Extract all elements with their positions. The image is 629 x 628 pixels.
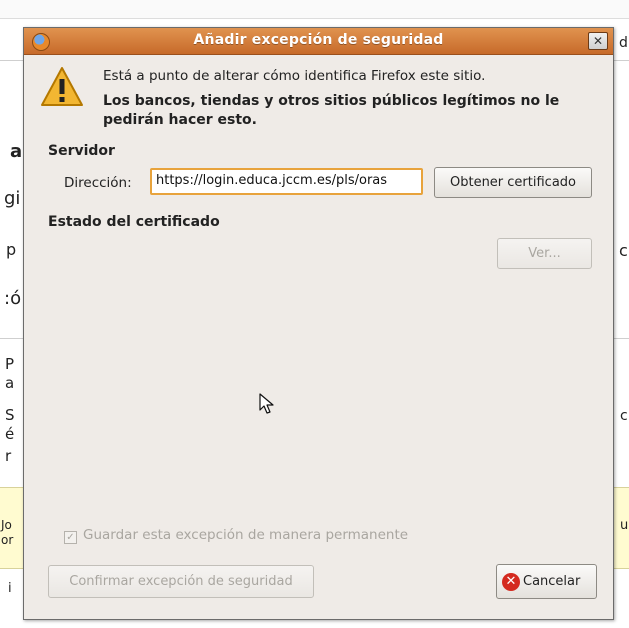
get-certificate-button[interactable]: Obtener certificado bbox=[434, 167, 592, 198]
info-message: Está a punto de alterar cómo identifica … bbox=[103, 68, 486, 84]
background-text: r bbox=[5, 447, 12, 465]
close-icon: ✕ bbox=[592, 34, 604, 48]
server-section-heading: Servidor bbox=[48, 143, 115, 159]
background-text: Jo bbox=[1, 518, 12, 532]
background-text: a bbox=[5, 374, 15, 392]
background-text: c bbox=[619, 241, 628, 260]
background-text: p bbox=[6, 240, 17, 259]
mouse-cursor-icon bbox=[259, 393, 274, 414]
dialog-titlebar[interactable]: Añadir excepción de seguridad ✕ bbox=[24, 28, 613, 55]
view-certificate-button[interactable]: Ver... bbox=[497, 238, 592, 269]
dialog-title: Añadir excepción de seguridad bbox=[193, 32, 444, 48]
cancel-button-label: Cancelar bbox=[523, 574, 581, 589]
background-text: :ó bbox=[4, 288, 22, 309]
certificate-status-heading: Estado del certificado bbox=[48, 214, 220, 230]
background-text: P bbox=[5, 355, 15, 373]
security-exception-dialog: Añadir excepción de seguridad ✕ Está a p… bbox=[23, 27, 614, 620]
background-text: or bbox=[1, 533, 14, 547]
background-text: S bbox=[5, 406, 15, 424]
background-text: u bbox=[620, 518, 629, 533]
background-toolbar bbox=[0, 0, 629, 19]
permanent-exception-checkbox[interactable]: ✓ Guardar esta excepción de manera perman… bbox=[64, 527, 408, 544]
permanent-exception-label: Guardar esta excepción de manera permane… bbox=[83, 527, 409, 543]
warning-message: Los bancos, tiendas y otros sitios públi… bbox=[103, 93, 560, 128]
background-text: c bbox=[620, 408, 628, 424]
background-text: é bbox=[5, 425, 15, 443]
background-text: d bbox=[619, 35, 628, 51]
address-label: Dirección: bbox=[64, 175, 132, 191]
checkbox-check-icon: ✓ bbox=[64, 531, 77, 544]
confirm-exception-button[interactable]: Confirmar excepción de seguridad bbox=[48, 565, 314, 598]
background-text: a bbox=[10, 141, 23, 162]
cancel-icon: ✕ bbox=[502, 573, 520, 591]
warning-icon bbox=[41, 67, 83, 106]
background-text: i bbox=[8, 581, 12, 596]
background-text: gi bbox=[4, 188, 21, 209]
cancel-button[interactable]: ✕ Cancelar bbox=[496, 564, 597, 599]
address-input[interactable]: https://login.educa.jccm.es/pls/oras bbox=[150, 168, 423, 195]
close-button[interactable]: ✕ bbox=[588, 32, 608, 50]
